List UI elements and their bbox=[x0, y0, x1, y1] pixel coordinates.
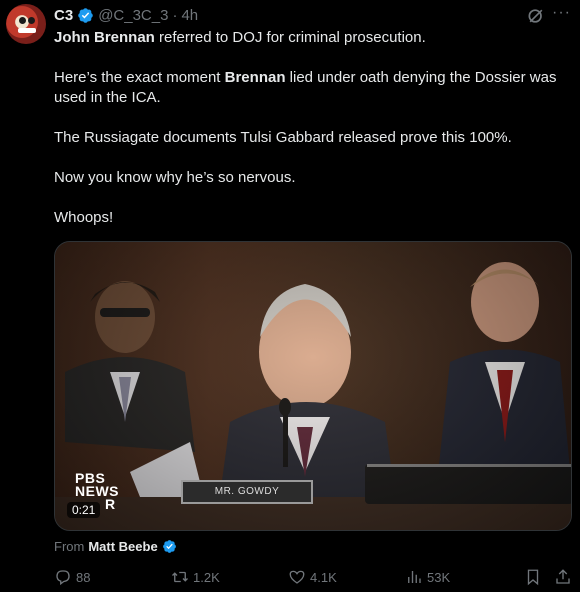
views-chart-icon bbox=[408, 571, 421, 583]
like-count: 4.1K bbox=[310, 569, 337, 585]
heart-icon bbox=[289, 570, 305, 584]
source-prefix: From bbox=[54, 539, 85, 554]
reply-count: 88 bbox=[76, 569, 91, 585]
avatar-eye bbox=[19, 17, 26, 24]
repost-icon bbox=[172, 571, 188, 583]
author-handle[interactable]: @C_3C_3 bbox=[98, 7, 168, 24]
repost-count: 1.2K bbox=[193, 569, 220, 585]
repost-button[interactable]: 1.2K bbox=[171, 566, 220, 588]
share-icon bbox=[556, 569, 570, 584]
like-button[interactable]: 4.1K bbox=[288, 566, 337, 588]
tweet-time[interactable]: 4h bbox=[181, 7, 198, 24]
source-attribution: From Matt Beebe bbox=[54, 539, 177, 554]
video-timestamp: 0:21 bbox=[67, 502, 101, 518]
reply-icon bbox=[56, 570, 70, 586]
source-name[interactable]: Matt Beebe bbox=[88, 539, 157, 554]
tweet-paragraph: Now you know why he’s so nervous. bbox=[54, 169, 296, 186]
author-name[interactable]: C3 bbox=[54, 7, 73, 24]
bookmark-button[interactable] bbox=[524, 566, 542, 588]
action-bar: 88 1.2K 4.1K 53K bbox=[54, 566, 574, 590]
tweet-paragraph: Whoops! bbox=[54, 209, 114, 226]
tweet-paragraph: Here’s the exact moment Brennan lied und… bbox=[54, 69, 557, 106]
verified-badge-icon bbox=[162, 540, 176, 553]
more-icon[interactable]: ··· bbox=[552, 4, 574, 24]
video-frame bbox=[55, 242, 571, 530]
grok-icon[interactable] bbox=[526, 6, 546, 26]
share-button[interactable] bbox=[554, 566, 572, 588]
tweet-header: C3 @C_3C_3 · 4h bbox=[54, 4, 198, 26]
bookmark-icon bbox=[527, 569, 539, 586]
verified-badge-icon bbox=[78, 7, 93, 23]
views-button[interactable]: 53K bbox=[405, 566, 450, 588]
video-player[interactable]: PBS NEWS R MR. GOWDY 0:21 bbox=[54, 241, 572, 531]
avatar-eye bbox=[28, 17, 35, 24]
reply-button[interactable]: 88 bbox=[54, 566, 90, 588]
avatar[interactable] bbox=[6, 4, 46, 44]
tweet-paragraph: John Brennan referred to DOJ for crimina… bbox=[54, 29, 426, 46]
view-count: 53K bbox=[427, 569, 451, 585]
nameplate: MR. GOWDY bbox=[181, 480, 313, 504]
avatar-mouth bbox=[18, 28, 36, 33]
tweet-paragraph: The Russiagate documents Tulsi Gabbard r… bbox=[54, 129, 512, 146]
separator-dot: · bbox=[172, 6, 178, 24]
